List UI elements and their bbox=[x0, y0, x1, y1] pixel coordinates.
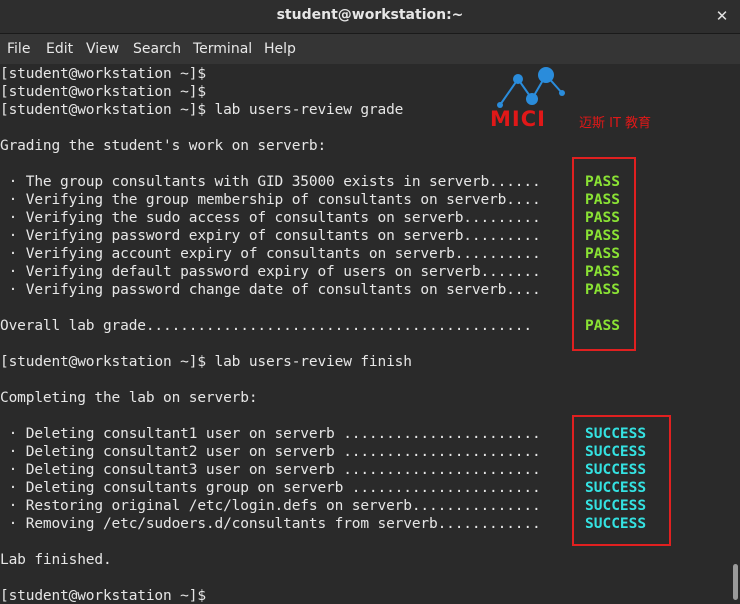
terminal-line: · Restoring original /etc/login.defs on … bbox=[0, 498, 541, 514]
terminal-line: Overall lab grade.......................… bbox=[0, 318, 532, 334]
menu-view[interactable]: View bbox=[86, 41, 119, 57]
window-title: student@workstation:~ bbox=[276, 7, 464, 23]
close-icon[interactable]: ✕ bbox=[712, 6, 732, 26]
menu-help[interactable]: Help bbox=[264, 41, 296, 57]
title-bar[interactable]: student@workstation:~ ✕ bbox=[0, 0, 740, 34]
brand-logo: MICI 迈斯 IT 教育 bbox=[490, 67, 665, 132]
terminal-line: Completing the lab on serverb: bbox=[0, 390, 258, 406]
logo-subtext: 迈斯 IT 教育 bbox=[579, 116, 652, 131]
terminal-line: · Deleting consultant2 user on serverb .… bbox=[0, 444, 541, 460]
menu-terminal[interactable]: Terminal bbox=[193, 41, 252, 57]
terminal-line: · Deleting consultant3 user on serverb .… bbox=[0, 462, 541, 478]
terminal-line: [student@workstation ~]$ bbox=[0, 66, 206, 82]
menu-file[interactable]: File bbox=[7, 41, 30, 57]
terminal-line: Lab finished. bbox=[0, 552, 112, 568]
terminal-line: · The group consultants with GID 35000 e… bbox=[0, 174, 541, 190]
terminal-line: · Deleting consultant1 user on serverb .… bbox=[0, 426, 541, 442]
success-highlight-box bbox=[572, 415, 671, 546]
menu-bar: File Edit View Search Terminal Help bbox=[0, 34, 740, 64]
menu-search[interactable]: Search bbox=[133, 41, 181, 57]
terminal-line: · Verifying default password expiry of u… bbox=[0, 264, 541, 280]
terminal-line: [student@workstation ~]$ bbox=[0, 84, 206, 100]
terminal-line: · Verifying password change date of cons… bbox=[0, 282, 541, 298]
terminal-line: · Verifying password expiry of consultan… bbox=[0, 228, 541, 244]
scrollbar[interactable] bbox=[730, 64, 740, 604]
terminal-line: [student@workstation ~]$ bbox=[0, 588, 206, 604]
terminal-line: · Verifying account expiry of consultant… bbox=[0, 246, 541, 262]
terminal-line: [student@workstation ~]$ lab users-revie… bbox=[0, 354, 412, 370]
logo-text: MICI bbox=[490, 107, 546, 131]
terminal-window: student@workstation:~ ✕ File Edit View S… bbox=[0, 0, 740, 604]
terminal-line: [student@workstation ~]$ lab users-revie… bbox=[0, 102, 404, 118]
menu-edit[interactable]: Edit bbox=[46, 41, 73, 57]
scrollbar-thumb[interactable] bbox=[733, 564, 738, 600]
terminal-line: · Verifying the sudo access of consultan… bbox=[0, 210, 541, 226]
terminal-line: Grading the student's work on serverb: bbox=[0, 138, 327, 154]
terminal-line: · Deleting consultants group on serverb … bbox=[0, 480, 541, 496]
terminal-line: · Removing /etc/sudoers.d/consultants fr… bbox=[0, 516, 541, 532]
pass-highlight-box bbox=[572, 157, 636, 351]
terminal-line: · Verifying the group membership of cons… bbox=[0, 192, 541, 208]
logo-network-icon bbox=[497, 67, 565, 108]
